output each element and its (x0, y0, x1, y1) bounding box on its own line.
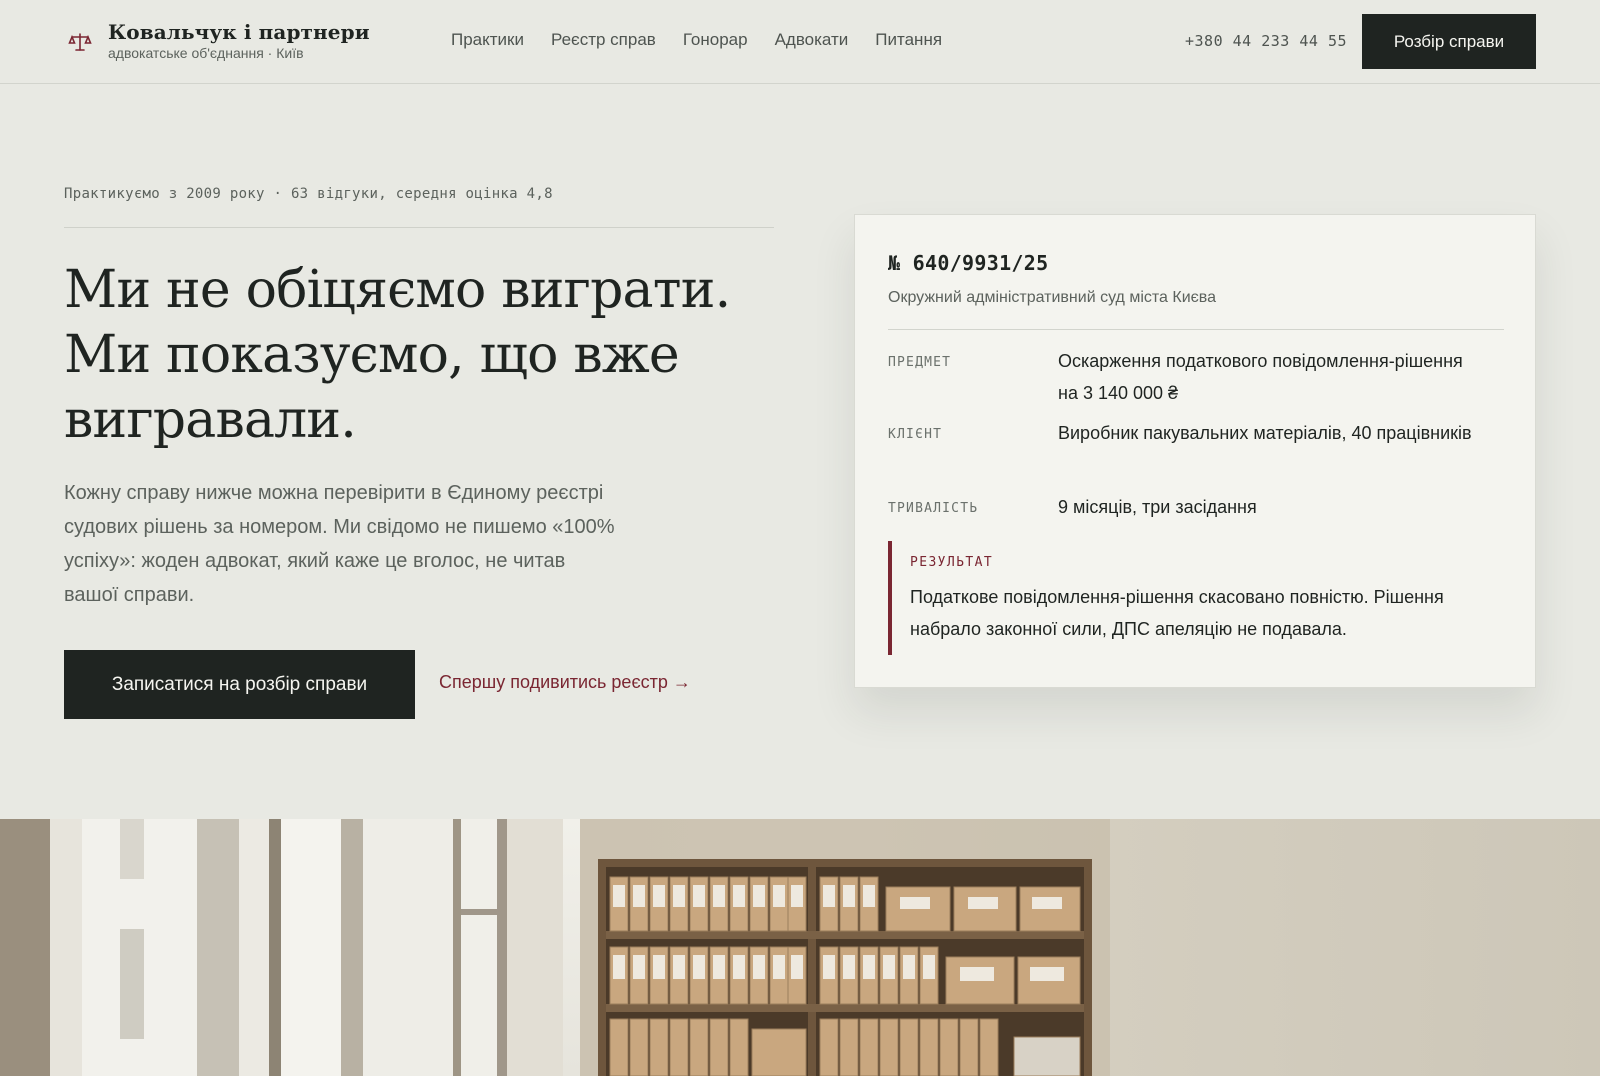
case-duration-label: ТРИВАЛІСТЬ (888, 501, 979, 516)
case-result-text: Податкове повідомлення-рішення скасовано… (910, 587, 1444, 639)
office-archive-photo (0, 819, 1600, 1076)
case-duration-value: 9 місяців, три засідання (1058, 497, 1257, 517)
case-result: РЕЗУЛЬТАТ Податкове повідомлення-рішення… (888, 541, 1504, 655)
brand-subtitle: адвокатське об'єднання · Київ (108, 45, 304, 61)
hero-lead: Кожну справу нижче можна перевірити в Єд… (64, 482, 615, 606)
nav-item-practices[interactable]: Практики (451, 29, 524, 51)
case-client-label: КЛІЄНТ (888, 427, 943, 442)
court-name: Окружний адміністративний суд міста Києв… (888, 289, 1217, 306)
case-client-value: Виробник пакувальних матеріалів, 40 прац… (1058, 423, 1472, 443)
nav-item-fees[interactable]: Гонорар (683, 29, 748, 51)
hero-headline: Ми не обіцяємо виграти. Ми показуємо, що… (64, 260, 731, 450)
case-card: № 640/9931/25 Окружний адміністративний … (854, 214, 1536, 688)
case-number: № 640/9931/25 (888, 251, 1049, 275)
archive-illustration (0, 819, 1600, 1076)
main-nav: Практики Реєстр справ Гонорар Адвокати П… (451, 29, 969, 51)
brand[interactable]: Ковальчук і партнери адвокатське об'єдна… (68, 20, 370, 61)
card-divider (888, 329, 1504, 330)
case-subject-value: Оскарження податкового повідомлення-ріше… (1058, 351, 1463, 403)
brand-name: Ковальчук і партнери (108, 20, 370, 44)
case-result-label: РЕЗУЛЬТАТ (910, 555, 994, 570)
nav-item-faq[interactable]: Питання (875, 29, 942, 51)
phone-number[interactable]: +380 44 233 44 55 (1185, 32, 1347, 50)
nav-item-lawyers[interactable]: Адвокати (775, 29, 849, 51)
book-review-button[interactable]: Записатися на розбір справи (64, 650, 415, 719)
case-review-button[interactable]: Розбір справи (1362, 14, 1536, 69)
nav-item-case-registry[interactable]: Реєстр справ (551, 29, 656, 51)
site-header: Ковальчук і партнери адвокатське об'єдна… (0, 0, 1600, 84)
divider (64, 227, 774, 228)
view-registry-link[interactable]: Спершу подивитись реєстр → (439, 672, 691, 693)
hero-eyebrow: Практикуємо з 2009 року · 63 відгуки, се… (64, 186, 553, 202)
scales-icon (68, 32, 92, 51)
case-subject-label: ПРЕДМЕТ (888, 355, 952, 370)
